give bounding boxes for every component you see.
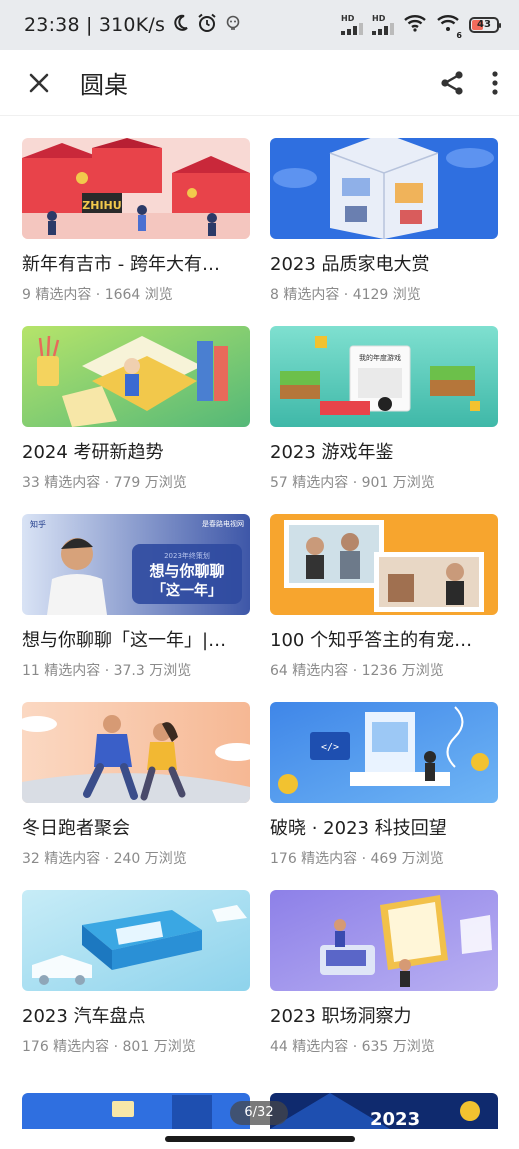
card-thumbnail: [270, 514, 498, 615]
card-thumbnail: [270, 138, 498, 239]
card-title: 2023 汽车盘点: [22, 1006, 146, 1027]
card-thumbnail: 我的年度游戏: [270, 326, 498, 427]
hd-signal-icon: HD: [341, 15, 363, 35]
roundtable-card[interactable]: 2023 职场洞察力 44 精选内容 · 635 万浏览: [270, 890, 498, 1057]
card-meta: 176 精选内容 · 801 万浏览: [22, 1039, 196, 1055]
card-meta: 57 精选内容 · 901 万浏览: [270, 475, 435, 491]
zhihu-logo-text: 知乎: [30, 519, 46, 529]
page-title: 圆桌: [80, 71, 128, 99]
card-thumbnail: [22, 326, 250, 427]
wifi-icon: [403, 14, 427, 36]
chat-subtitle-text: 2023年终策划: [164, 551, 210, 560]
game-book-text: 我的年度游戏: [359, 353, 401, 362]
card-title: 2023 游戏年鉴: [270, 442, 394, 463]
battery-level: 43: [477, 19, 491, 30]
card-meta: 32 精选内容 · 240 万浏览: [22, 851, 187, 867]
card-meta: 64 精选内容 · 1236 万浏览: [270, 663, 444, 679]
card-thumbnail: 知乎 是春路电视网 2023年终策划 想与你聊聊 「这一年」: [22, 514, 250, 615]
roundtable-grid: ZHIHU 新年有吉市 - 跨年大有… 9 精选内容 · 1664 浏览 202…: [22, 138, 502, 1057]
card-title: 新年有吉市 - 跨年大有…: [22, 254, 220, 275]
roundtable-card[interactable]: 冬日跑者聚会 32 精选内容 · 240 万浏览: [22, 702, 250, 869]
card-title: 破晓 · 2023 科技回望: [270, 818, 447, 839]
roundtable-card[interactable]: ZHIHU 新年有吉市 - 跨年大有… 9 精选内容 · 1664 浏览: [22, 138, 250, 305]
card-thumbnail: ZHIHU: [22, 138, 250, 239]
card-title: 冬日跑者聚会: [22, 818, 130, 839]
partial-badge-text: 2023: [370, 1109, 420, 1129]
close-icon[interactable]: [22, 66, 56, 100]
roundtable-card-partial[interactable]: [22, 1093, 250, 1129]
tech-code-text: </>: [321, 742, 339, 753]
notification-icon: [225, 15, 241, 35]
card-meta: 11 精选内容 · 37.3 万浏览: [22, 663, 192, 679]
hd-signal-icon: HD: [372, 15, 394, 35]
share-icon[interactable]: [439, 70, 465, 96]
card-thumbnail: [22, 702, 250, 803]
card-title: 100 个知乎答主的有宠…: [270, 630, 473, 651]
card-title: 想与你聊聊「这一年」|…: [22, 630, 227, 651]
status-time-speed: 23:38 | 310K/s: [24, 14, 166, 36]
card-thumbnail: </>: [270, 702, 498, 803]
alarm-icon: [197, 13, 217, 37]
home-indicator[interactable]: [165, 1136, 355, 1142]
moon-icon: [173, 14, 189, 36]
app-bar: 圆桌: [0, 50, 519, 116]
roundtable-card[interactable]: 2024 考研新趋势 33 精选内容 · 779 万浏览: [22, 326, 250, 493]
status-bar: 23:38 | 310K/s HD HD 6 43: [0, 0, 519, 50]
chat-line2-text: 「这一年」: [152, 582, 222, 599]
card-title: 2024 考研新趋势: [22, 442, 164, 463]
brand-text: 是春路电视网: [202, 519, 244, 528]
card-meta: 44 精选内容 · 635 万浏览: [270, 1039, 435, 1055]
roundtable-card[interactable]: 知乎 是春路电视网 2023年终策划 想与你聊聊 「这一年」 想与你聊聊「这一年…: [22, 514, 250, 681]
card-meta: 33 精选内容 · 779 万浏览: [22, 475, 187, 491]
chat-line1-text: 想与你聊聊: [148, 562, 224, 580]
card-meta: 9 精选内容 · 1664 浏览: [22, 287, 173, 303]
card-title: 2023 职场洞察力: [270, 1006, 412, 1027]
card-title: 2023 品质家电大赏: [270, 254, 430, 275]
roundtable-card-partial[interactable]: 2023: [270, 1093, 498, 1129]
card-meta: 176 精选内容 · 469 万浏览: [270, 851, 444, 867]
roundtable-card[interactable]: 100 个知乎答主的有宠… 64 精选内容 · 1236 万浏览: [270, 514, 498, 681]
roundtable-card[interactable]: 2023 汽车盘点 176 精选内容 · 801 万浏览: [22, 890, 250, 1057]
page-indicator: 6/32: [230, 1101, 288, 1125]
battery-icon: 43: [469, 17, 501, 33]
card-thumbnail: [22, 890, 250, 991]
roundtable-card[interactable]: </> 破晓 · 2023 科技回望 176 精选内容 · 469 万浏览: [270, 702, 498, 869]
card-thumbnail: [270, 890, 498, 991]
roundtable-card[interactable]: 我的年度游戏 2023 游戏年鉴 57 精选内容 · 901 万浏览: [270, 326, 498, 493]
card-meta: 8 精选内容 · 4129 浏览: [270, 287, 421, 303]
wifi-6-label: 6: [456, 31, 462, 40]
market-sign-text: ZHIHU: [82, 199, 121, 212]
wifi-6-icon: 6: [436, 14, 462, 40]
more-vertical-icon[interactable]: [491, 70, 499, 96]
roundtable-card[interactable]: 2023 品质家电大赏 8 精选内容 · 4129 浏览: [270, 138, 498, 305]
